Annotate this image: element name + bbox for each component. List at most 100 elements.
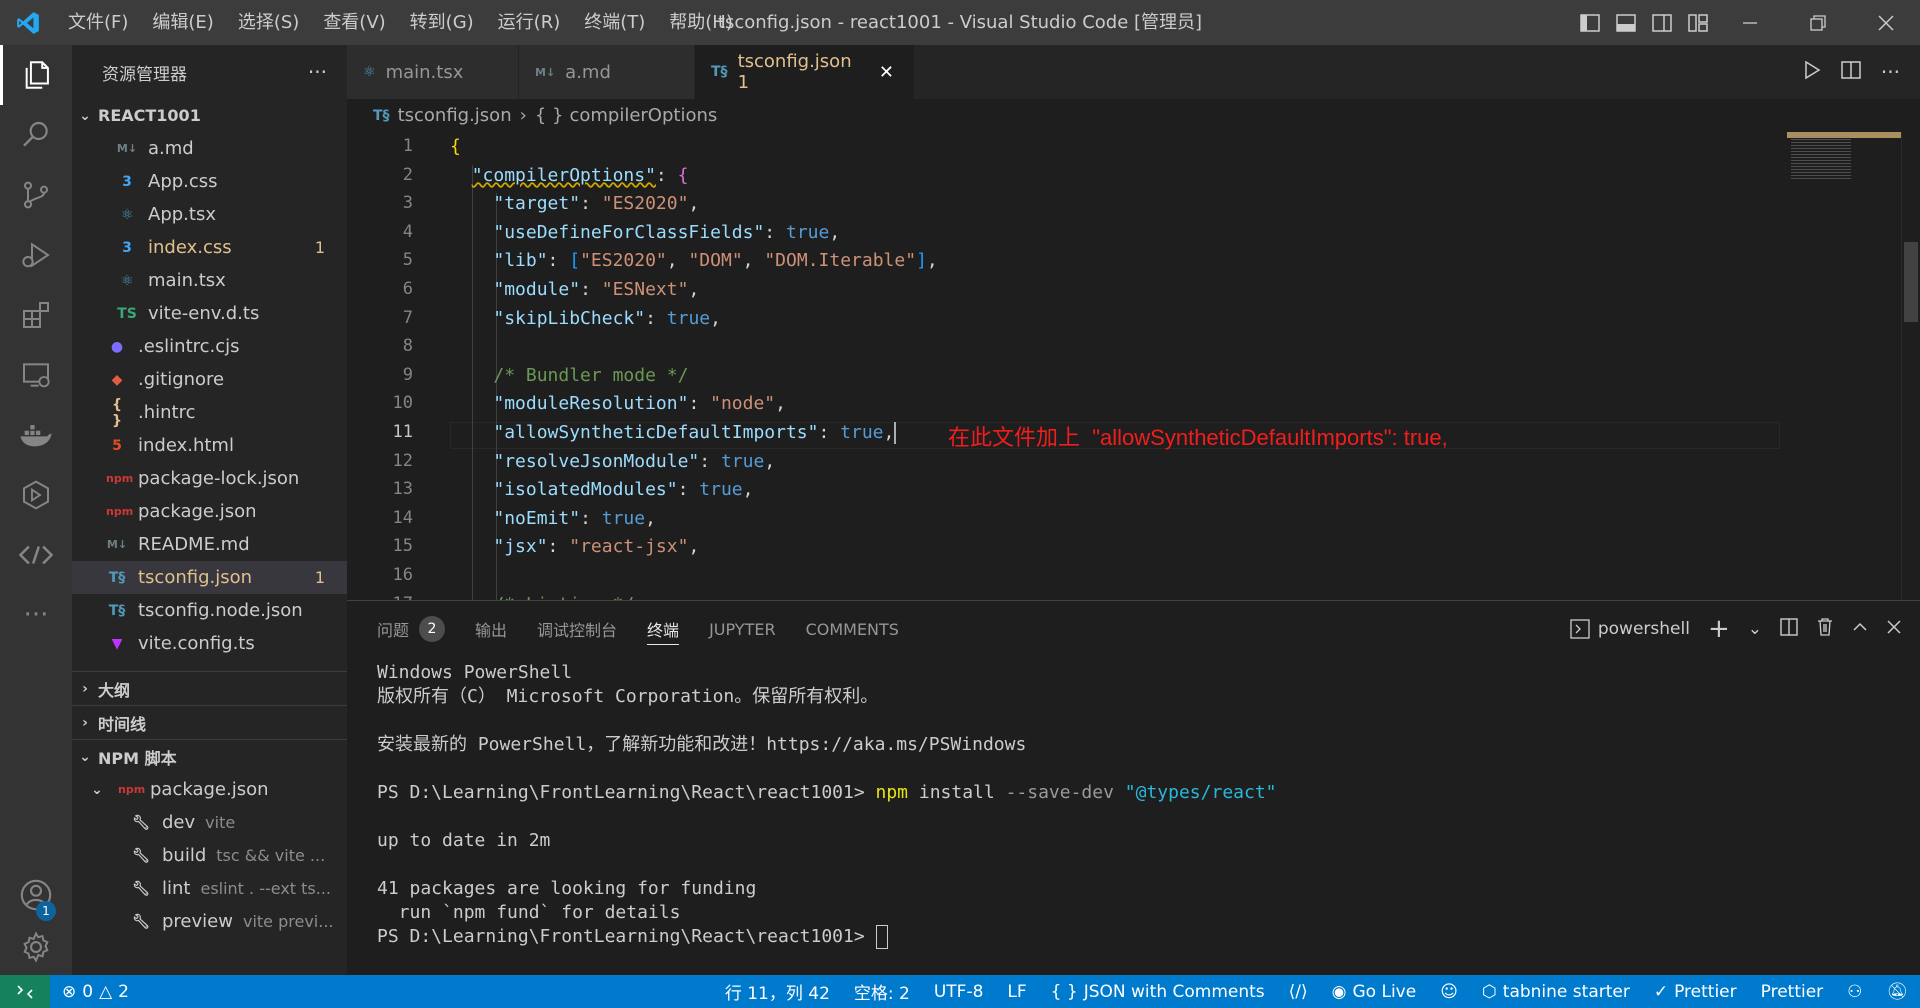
source-control-icon[interactable] bbox=[0, 165, 72, 225]
editor-more-icon[interactable]: ··· bbox=[1881, 60, 1900, 84]
end-of-line[interactable]: LF bbox=[995, 982, 1038, 1002]
panel-tab[interactable]: JUPYTER bbox=[709, 601, 776, 657]
file-item[interactable]: ⚛ main.tsx bbox=[72, 264, 347, 297]
run-debug-icon[interactable] bbox=[0, 225, 72, 285]
panel-tab[interactable]: 终端 bbox=[647, 601, 680, 657]
timeline-section-header[interactable]: › 时间线 bbox=[72, 706, 347, 739]
accounts-status-icon[interactable]: ⚇ bbox=[1835, 982, 1874, 1002]
npm-script-item[interactable]: 🔧︎ preview vite previ... bbox=[72, 905, 347, 938]
menu-item[interactable]: 文件(F) bbox=[56, 0, 140, 45]
breadcrumb-file[interactable]: tsconfig.json bbox=[398, 105, 512, 126]
customize-layout-icon[interactable] bbox=[1680, 0, 1716, 45]
file-item[interactable]: ● .eslintrc.cjs bbox=[72, 330, 347, 363]
run-icon[interactable] bbox=[1803, 60, 1821, 84]
editor-tab[interactable]: M↓ a.md bbox=[519, 45, 695, 99]
file-item[interactable]: TS vite-env.d.ts bbox=[72, 297, 347, 330]
close-panel-icon[interactable] bbox=[1886, 619, 1902, 640]
toggle-panel-icon[interactable] bbox=[1608, 0, 1644, 45]
file-item[interactable]: ◆ .gitignore bbox=[72, 363, 347, 396]
file-item[interactable]: 3 App.css bbox=[72, 165, 347, 198]
npm-package-item[interactable]: ⌄ npm package.json bbox=[72, 773, 347, 806]
toggle-primary-sidebar-icon[interactable] bbox=[1572, 0, 1608, 45]
menu-item[interactable]: 帮助(H) bbox=[657, 0, 745, 45]
code-token: { bbox=[677, 164, 689, 186]
accounts-icon[interactable]: 1 bbox=[0, 865, 72, 925]
project-section-header[interactable]: ⌄ REACT1001 bbox=[72, 99, 347, 132]
testing-icon[interactable] bbox=[0, 465, 72, 525]
menu-item[interactable]: 编辑(E) bbox=[140, 0, 225, 45]
maximize-panel-icon[interactable] bbox=[1852, 619, 1868, 640]
menu-item[interactable]: 查看(V) bbox=[311, 0, 397, 45]
remote-indicator-icon[interactable] bbox=[0, 975, 50, 1008]
terminal-shell-selector[interactable]: powershell bbox=[1570, 619, 1690, 639]
terminal-text: 版权所有（C） Microsoft Corporation。保留所有权利。 bbox=[377, 686, 879, 707]
notifications-bell-icon[interactable]: 🔕︎ bbox=[1874, 982, 1920, 1002]
file-item[interactable]: T§ tsconfig.node.json bbox=[72, 594, 347, 627]
menu-item[interactable]: 选择(S) bbox=[226, 0, 311, 45]
more-views-icon[interactable]: ··· bbox=[0, 585, 72, 645]
toggle-secondary-sidebar-icon[interactable] bbox=[1644, 0, 1680, 45]
live-share-icon[interactable] bbox=[0, 525, 72, 585]
minimap[interactable] bbox=[1787, 132, 1901, 600]
code-editor[interactable]: 1{2 "compilerOptions": {3 "target": "ES2… bbox=[347, 132, 1787, 600]
menu-item[interactable]: 运行(R) bbox=[486, 0, 573, 45]
panel-tab[interactable]: 调试控制台 bbox=[537, 601, 617, 657]
code-token: true bbox=[601, 507, 646, 529]
editor-tab[interactable]: T§ tsconfig.json 1 ✕ bbox=[695, 45, 915, 99]
file-item[interactable]: M↓ a.md bbox=[72, 132, 347, 165]
split-editor-icon[interactable] bbox=[1841, 60, 1861, 84]
prettier-status[interactable]: ✓ Prettier bbox=[1642, 982, 1749, 1002]
extensions-icon[interactable] bbox=[0, 285, 72, 345]
menu-item[interactable]: 终端(T) bbox=[572, 0, 657, 45]
settings-gear-icon[interactable] bbox=[0, 917, 72, 977]
close-tab-icon[interactable]: ✕ bbox=[879, 62, 894, 83]
chevron-down-icon[interactable]: ⌄ bbox=[1748, 619, 1762, 639]
panel-tab[interactable]: COMMENTS bbox=[806, 601, 899, 657]
restore-icon[interactable] bbox=[1784, 0, 1852, 45]
file-item[interactable]: ⚛ App.tsx bbox=[72, 198, 347, 231]
editor-tab[interactable]: ⚛ main.tsx bbox=[347, 45, 519, 99]
trash-icon[interactable] bbox=[1816, 617, 1834, 642]
npm-scripts-section-header[interactable]: ⌄ NPM 脚本 bbox=[72, 740, 347, 773]
close-window-icon[interactable] bbox=[1852, 0, 1920, 45]
file-item[interactable]: M↓ README.md bbox=[72, 528, 347, 561]
panel-tab[interactable]: 输出 bbox=[475, 601, 507, 657]
npm-script-item[interactable]: 🔧︎ lint eslint . --ext ts... bbox=[72, 872, 347, 905]
code-token: , bbox=[764, 450, 776, 472]
docker-icon[interactable] bbox=[0, 405, 72, 465]
file-item[interactable]: 3 index.css 1 bbox=[72, 231, 347, 264]
editor-scrollbar[interactable] bbox=[1901, 132, 1920, 600]
breadcrumb-symbol[interactable]: compilerOptions bbox=[569, 105, 717, 126]
search-icon[interactable] bbox=[0, 105, 72, 165]
file-item[interactable]: T§ tsconfig.json 1 bbox=[72, 561, 347, 594]
outline-section-header[interactable]: › 大纲 bbox=[72, 672, 347, 705]
feedback-icon[interactable]: ☺ bbox=[1428, 982, 1470, 1002]
cursor-position[interactable]: 行 11，列 42 bbox=[713, 979, 842, 1004]
go-live-button[interactable]: ◉ Go Live bbox=[1320, 982, 1429, 1002]
npm-script-item[interactable]: 🔧︎ build tsc && vite ... bbox=[72, 839, 347, 872]
problems-indicator[interactable]: ⊗ 0 △ 2 bbox=[50, 982, 141, 1002]
tabnine-status[interactable]: ⬡ tabnine starter bbox=[1470, 982, 1642, 1002]
npm-script-item[interactable]: 🔧︎ dev vite bbox=[72, 806, 347, 839]
encoding[interactable]: UTF-8 bbox=[922, 982, 996, 1002]
file-item[interactable]: { } .hintrc bbox=[72, 396, 347, 429]
new-terminal-icon[interactable]: + bbox=[1708, 616, 1730, 642]
panel-tab[interactable]: 问题 2 bbox=[377, 601, 446, 657]
file-item[interactable]: ▼ vite.config.ts bbox=[72, 627, 347, 660]
sidebar-more-icon[interactable]: ··· bbox=[308, 60, 327, 84]
file-item[interactable]: npm package.json bbox=[72, 495, 347, 528]
text-cursor bbox=[894, 422, 897, 444]
minimize-icon[interactable] bbox=[1716, 0, 1784, 45]
explorer-icon[interactable] bbox=[0, 45, 72, 105]
indentation[interactable]: 空格: 2 bbox=[842, 979, 922, 1004]
remote-explorer-icon[interactable] bbox=[0, 345, 72, 405]
menu-item[interactable]: 转到(G) bbox=[398, 0, 486, 45]
live-share-status-icon[interactable]: ⟨/⟩ bbox=[1277, 982, 1320, 1002]
language-mode[interactable]: { } JSON with Comments bbox=[1039, 982, 1277, 1002]
prettier-status-2[interactable]: Prettier bbox=[1749, 982, 1836, 1002]
terminal-output[interactable]: Windows PowerShell 版权所有（C） Microsoft Corp… bbox=[377, 661, 1890, 949]
file-item[interactable]: npm package-lock.json bbox=[72, 462, 347, 495]
file-item[interactable]: 5 index.html bbox=[72, 429, 347, 462]
split-terminal-icon[interactable] bbox=[1780, 617, 1798, 641]
